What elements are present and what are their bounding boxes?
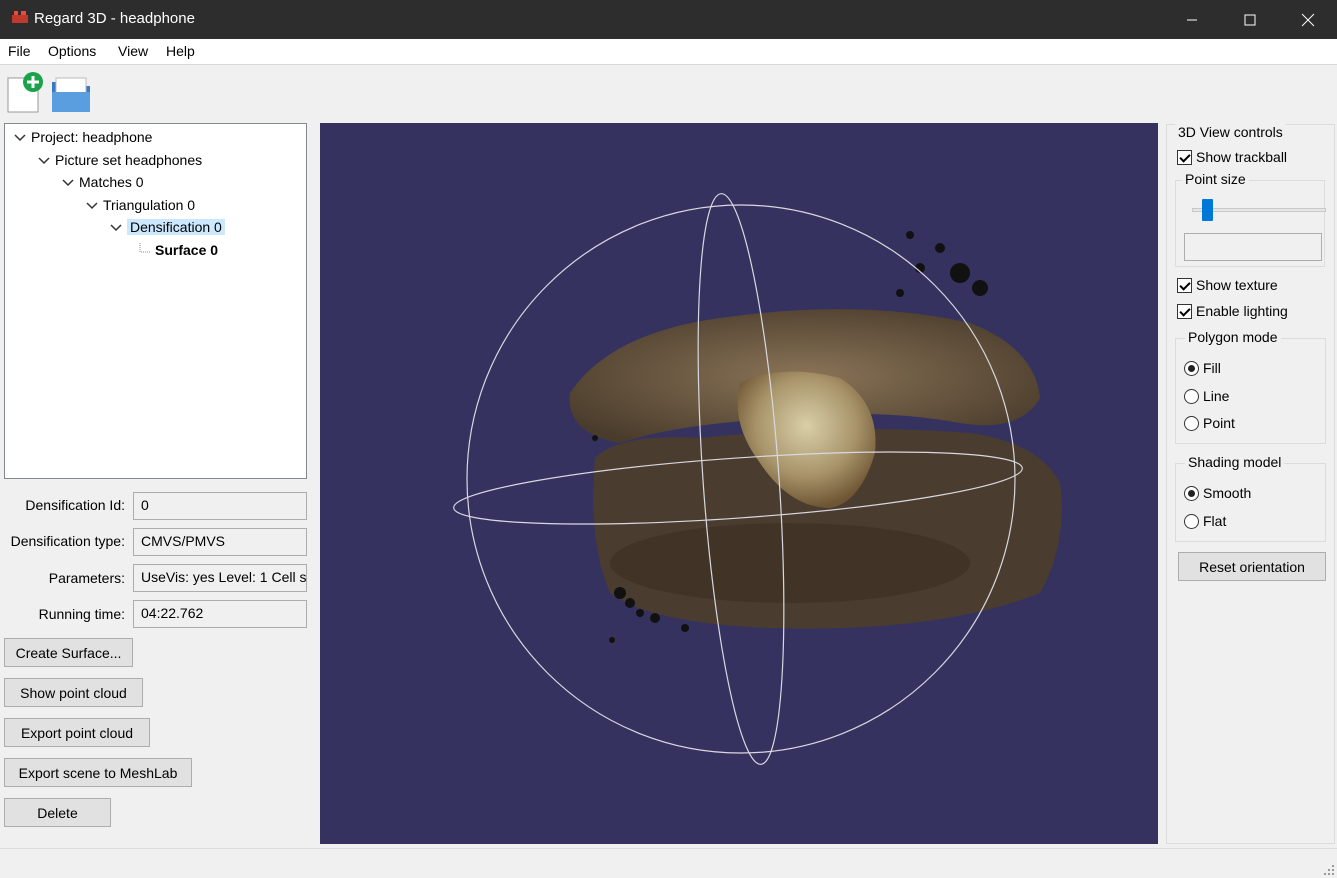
checkbox-checked-icon[interactable] <box>1177 303 1192 319</box>
show-texture-checkbox[interactable]: Show texture <box>1177 277 1278 293</box>
polygon-point-radio[interactable]: Point <box>1184 415 1235 431</box>
polygon-mode-group: Polygon mode Fill Line Point <box>1175 329 1326 444</box>
show-trackball-label: Show trackball <box>1196 149 1288 165</box>
parameters-label: Parameters: <box>48 570 125 586</box>
mesh-base <box>610 523 970 603</box>
shading-model-label: Shading model <box>1185 454 1285 470</box>
tree-label-project: Project: headphone <box>31 129 153 145</box>
shading-model-group: Shading model Smooth Flat <box>1175 454 1326 542</box>
running-time-label: Running time: <box>38 606 125 622</box>
point-size-label: Point size <box>1182 171 1249 187</box>
new-project-button[interactable] <box>4 70 48 114</box>
densification-id-field[interactable]: 0 <box>133 492 307 520</box>
tree-item-project[interactable]: Project: headphone <box>13 127 152 147</box>
3d-scene[interactable] <box>320 123 1158 844</box>
toolbar <box>0 66 1337 118</box>
menu-options[interactable]: Options <box>48 43 96 59</box>
densification-type-field[interactable]: CMVS/PMVS <box>133 528 307 556</box>
show-point-cloud-button[interactable]: Show point cloud <box>4 678 143 707</box>
maximize-button[interactable] <box>1221 0 1279 39</box>
tree-item-surface[interactable]: Surface 0 <box>137 240 218 260</box>
tree-item-matches[interactable]: Matches 0 <box>61 172 144 192</box>
checkbox-checked-icon[interactable] <box>1177 149 1192 165</box>
densification-type-label: Densification type: <box>10 533 125 549</box>
create-surface-button[interactable]: Create Surface... <box>4 638 133 667</box>
menu-file[interactable]: File <box>8 43 31 59</box>
close-button[interactable] <box>1279 0 1337 39</box>
point-size-slider-handle[interactable] <box>1202 199 1213 221</box>
point-size-group: Point size <box>1175 171 1326 267</box>
shading-flat-label: Flat <box>1203 513 1227 529</box>
status-bar <box>0 848 1337 878</box>
radio-icon[interactable] <box>1184 388 1199 404</box>
close-icon <box>1301 13 1315 26</box>
export-point-cloud-button[interactable]: Export point cloud <box>4 718 150 747</box>
polygon-mode-label: Polygon mode <box>1185 329 1281 345</box>
tree-item-triangulation[interactable]: Triangulation 0 <box>85 195 195 215</box>
tree-label-surface: Surface 0 <box>155 242 219 258</box>
chevron-down-icon[interactable] <box>85 198 99 212</box>
delete-button[interactable]: Delete <box>4 798 111 827</box>
running-time-field[interactable]: 04:22.762 <box>133 600 307 628</box>
polygon-fill-label: Fill <box>1203 360 1221 376</box>
chevron-down-icon[interactable] <box>13 130 27 144</box>
resize-grip-icon[interactable] <box>1323 864 1335 876</box>
minimize-icon <box>1187 19 1197 20</box>
tree-label-matches: Matches 0 <box>79 174 144 190</box>
menu-bar: File Options View Help <box>0 39 1337 65</box>
polygon-point-label: Point <box>1203 415 1235 431</box>
menu-view[interactable]: View <box>118 43 148 59</box>
shading-flat-radio[interactable]: Flat <box>1184 513 1226 529</box>
polygon-fill-radio[interactable]: Fill <box>1184 360 1221 376</box>
reset-orientation-button[interactable]: Reset orientation <box>1178 552 1326 581</box>
tree-connector-icon <box>139 243 151 253</box>
folder-icon <box>52 77 90 112</box>
view-controls-title: 3D View controls <box>1175 124 1286 140</box>
tree-label-triangulation: Triangulation 0 <box>103 197 196 213</box>
window-title: Regard 3D - headphone <box>34 10 195 27</box>
shading-smooth-radio[interactable]: Smooth <box>1184 485 1251 501</box>
parameters-field[interactable]: UseVis: yes Level: 1 Cell s <box>133 564 307 592</box>
polygon-line-radio[interactable]: Line <box>1184 388 1229 404</box>
polygon-line-label: Line <box>1203 388 1230 404</box>
enable-lighting-checkbox[interactable]: Enable lighting <box>1177 303 1288 319</box>
densification-id-label: Densification Id: <box>25 497 125 513</box>
view-controls-panel: 3D View controls Show trackball Point si… <box>1166 124 1335 844</box>
chevron-down-icon[interactable] <box>61 175 75 189</box>
project-tree[interactable]: Project: headphone Picture set headphone… <box>4 123 307 479</box>
checkbox-checked-icon[interactable] <box>1177 277 1192 293</box>
enable-lighting-label: Enable lighting <box>1196 303 1288 319</box>
chevron-down-icon[interactable] <box>37 153 51 167</box>
point-size-value-field[interactable] <box>1184 233 1322 261</box>
shading-smooth-label: Smooth <box>1203 485 1252 501</box>
radio-icon[interactable] <box>1184 415 1199 431</box>
chevron-down-icon[interactable] <box>109 220 123 234</box>
show-trackball-checkbox[interactable]: Show trackball <box>1177 149 1287 165</box>
export-meshlab-button[interactable]: Export scene to MeshLab <box>4 758 192 787</box>
open-project-button[interactable] <box>50 70 94 114</box>
radio-selected-icon[interactable] <box>1184 485 1199 501</box>
minimize-button[interactable] <box>1163 0 1221 39</box>
tree-label-densification: Densification 0 <box>127 219 225 235</box>
tree-item-densification[interactable]: Densification 0 <box>109 217 225 237</box>
title-bar: Regard 3D - headphone <box>0 0 1337 39</box>
radio-icon[interactable] <box>1184 513 1199 529</box>
show-texture-label: Show texture <box>1196 277 1278 293</box>
app-logo-icon <box>12 11 28 23</box>
maximize-icon <box>1244 14 1256 25</box>
3d-viewport[interactable] <box>320 123 1158 844</box>
radio-selected-icon[interactable] <box>1184 360 1199 376</box>
tree-label-picture-set: Picture set headphones <box>55 152 203 168</box>
tree-item-picture-set[interactable]: Picture set headphones <box>37 150 202 170</box>
new-document-icon <box>7 72 43 113</box>
menu-help[interactable]: Help <box>166 43 195 59</box>
